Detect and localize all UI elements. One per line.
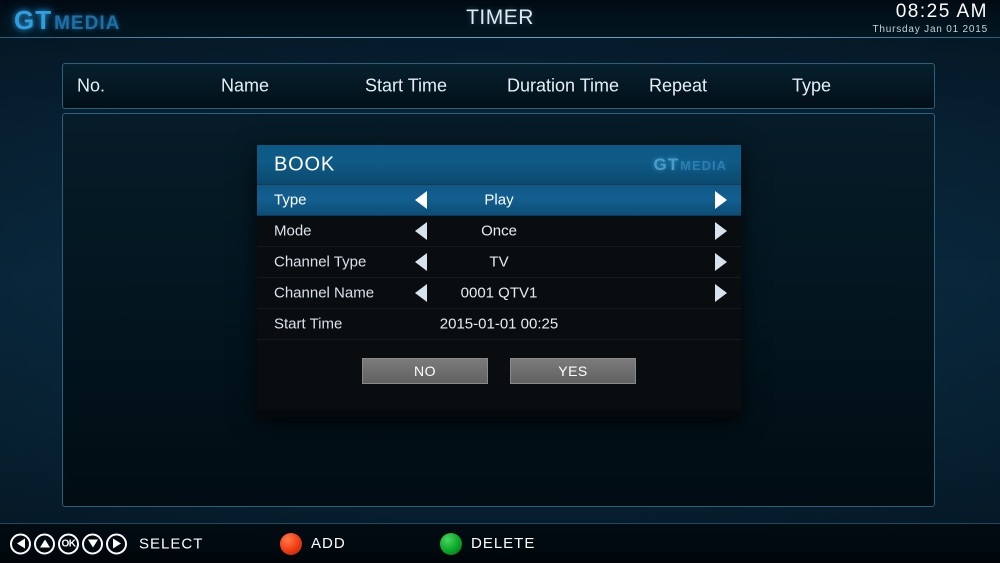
column-header-no: No.: [77, 75, 106, 96]
column-header-row: No. Name Start Time Duration Time Repeat Type: [63, 64, 934, 108]
no-button[interactable]: NO: [362, 358, 488, 384]
page-title: TIMER: [466, 6, 534, 29]
dialog-row-start-time[interactable]: Start Time 2015-01-01 00:25: [257, 309, 741, 340]
ok-icon-label: OK: [61, 538, 77, 549]
arrow-left-icon[interactable]: [10, 533, 31, 554]
dialog-value-mode: Once: [481, 222, 517, 240]
dialog-value-channel-name: 0001 QTV1: [460, 284, 538, 302]
clock-time: 08:25 AM: [895, 1, 988, 22]
clock-date: Thursday Jan 01 2015: [872, 24, 988, 35]
column-header-start-time: Start Time: [365, 75, 448, 96]
hint-add[interactable]: ADD: [280, 532, 346, 555]
dialog-row-channel-type[interactable]: Channel Type TV: [257, 247, 741, 278]
dialog-logo-media-text: MEDIA: [680, 157, 727, 173]
arrow-right-icon[interactable]: [106, 533, 127, 554]
top-header-bar: GT MEDIA TIMER 08:25 AM Thursday Jan 01 …: [0, 0, 1000, 38]
column-header-type: Type: [792, 75, 832, 96]
hint-select-label: SELECT: [139, 535, 204, 552]
column-header-repeat: Repeat: [649, 75, 708, 96]
book-dialog[interactable]: BOOK GT MEDIA Type Play Mode Once Channel Ty…: [257, 145, 741, 417]
green-button-icon[interactable]: [440, 532, 462, 555]
dialog-footer: NO YES: [257, 340, 741, 410]
dialog-row-mode[interactable]: Mode Once: [257, 216, 741, 247]
dialog-logo-gt-text: GT: [653, 154, 680, 174]
tv-screen: GT MEDIA TIMER 08:25 AM Thursday Jan 01 …: [0, 0, 1000, 563]
dialog-value-channel-type: TV: [489, 253, 509, 271]
timer-list-header: No. Name Start Time Duration Time Repeat Type: [62, 63, 935, 109]
clock: 08:25 AM Thursday Jan 01 2015: [872, 1, 988, 35]
dialog-value-type: Play: [484, 191, 514, 209]
red-button-icon[interactable]: [280, 532, 302, 555]
hint-select[interactable]: OK SELECT: [10, 533, 203, 554]
hint-delete[interactable]: DELETE: [440, 532, 536, 555]
dialog-row-type[interactable]: Type Play: [257, 185, 741, 216]
column-header-name: Name: [221, 75, 270, 96]
arrow-up-icon[interactable]: [34, 533, 55, 554]
arrow-down-icon[interactable]: [82, 533, 103, 554]
hint-delete-label: DELETE: [471, 535, 536, 552]
dialog-title: BOOK: [274, 153, 335, 175]
ok-icon[interactable]: OK: [58, 533, 79, 554]
column-header-duration-time: Duration Time: [507, 75, 620, 96]
dialog-field-list: Type Play Mode Once Channel Type TV Channel Na…: [257, 185, 741, 340]
dialog-row-channel-name[interactable]: Channel Name 0001 QTV1: [257, 278, 741, 309]
bottom-hint-bar: OK SELECT ADD DELETE: [0, 523, 1000, 563]
dialog-title-bar: BOOK GT MEDIA: [257, 145, 741, 185]
dialog-value-start-time: 2015-01-01 00:25: [439, 315, 559, 333]
hint-add-label: ADD: [311, 535, 346, 552]
dialog-gtmedia-logo: GT MEDIA: [654, 155, 728, 175]
yes-button[interactable]: YES: [510, 358, 636, 384]
